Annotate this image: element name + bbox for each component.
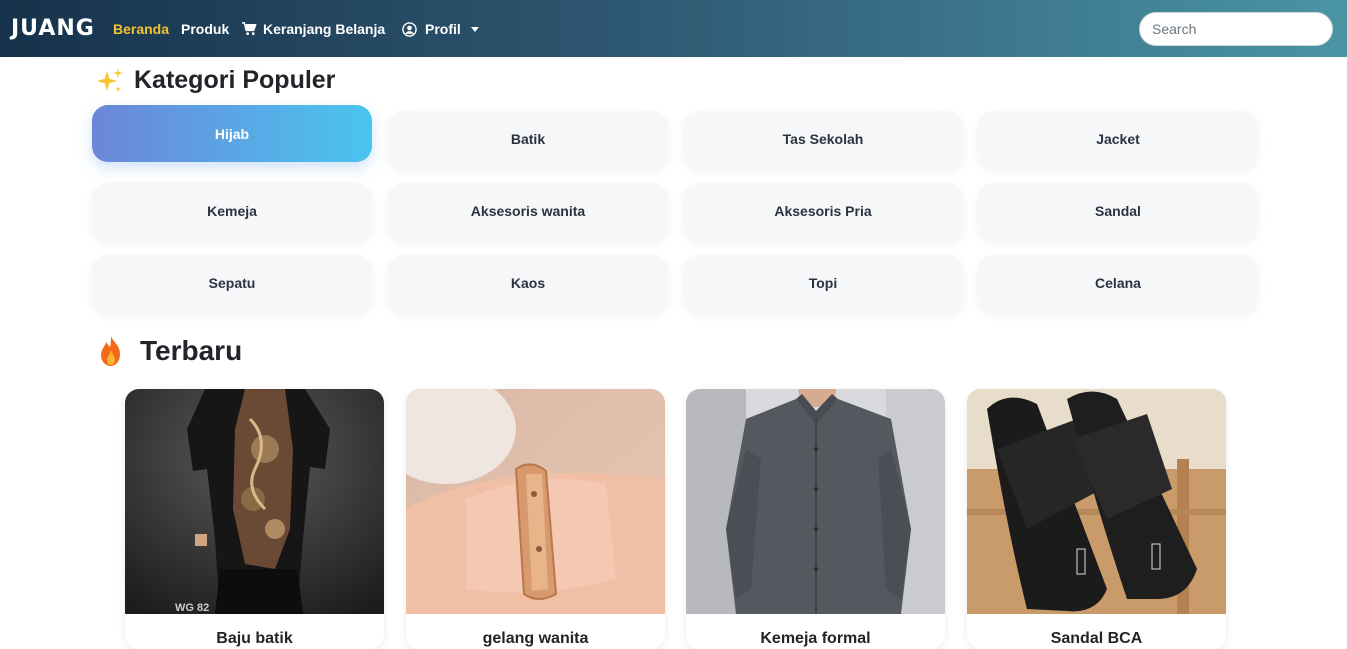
product-card-baju-batik[interactable]: WG 82 Baju batik (125, 389, 384, 649)
brand-logo[interactable]: JUANG (11, 16, 95, 41)
product-title[interactable]: gelang wanita (406, 630, 665, 648)
product-image[interactable]: WG 82 (125, 389, 384, 614)
product-image[interactable] (686, 389, 945, 614)
product-image[interactable] (406, 389, 665, 614)
category-batik[interactable]: Batik (388, 111, 668, 167)
product-card-kemeja-formal[interactable]: Kemeja formal (686, 389, 945, 649)
cart-icon (242, 22, 257, 36)
nav-link-keranjang[interactable]: Keranjang Belanja (242, 21, 385, 37)
section-title-terbaru: Terbaru (98, 335, 242, 367)
section-title-kategori: Kategori Populer (96, 66, 335, 95)
user-circle-icon (402, 21, 417, 37)
category-hijab[interactable]: Hijab (92, 105, 372, 162)
navbar: JUANG Beranda Produk Keranjang Belanja P… (0, 0, 1347, 57)
section-title-kategori-text: Kategori Populer (134, 66, 336, 94)
category-jacket[interactable]: Jacket (978, 111, 1258, 167)
nav-link-produk[interactable]: Produk (181, 21, 229, 37)
category-tas-sekolah[interactable]: Tas Sekolah (683, 111, 963, 167)
fire-icon (101, 336, 120, 366)
caret-down-icon (470, 26, 479, 32)
category-aksesoris-pria[interactable]: Aksesoris Pria (683, 183, 963, 239)
nav-link-keranjang-label: Keranjang Belanja (263, 21, 386, 37)
product-title[interactable]: Baju batik (125, 630, 384, 648)
category-topi[interactable]: Topi (683, 255, 963, 311)
sparkle-icon (97, 67, 123, 92)
product-title[interactable]: Sandal BCA (967, 630, 1226, 648)
category-grid: Hijab Batik Tas Sekolah Jacket Kemeja Ak… (92, 105, 1260, 315)
nav-profil-label: Profil (425, 21, 461, 37)
category-kaos[interactable]: Kaos (388, 255, 668, 311)
category-sandal[interactable]: Sandal (978, 183, 1258, 239)
section-title-terbaru-text: Terbaru (140, 335, 243, 366)
search-input[interactable] (1139, 12, 1333, 46)
nav-link-beranda[interactable]: Beranda (113, 21, 169, 37)
category-aksesoris-wanita[interactable]: Aksesoris wanita (388, 183, 668, 239)
category-celana[interactable]: Celana (978, 255, 1258, 311)
product-image-caption: WG 82 (175, 602, 209, 614)
nav-dropdown-profil[interactable]: Profil (402, 21, 479, 37)
product-image[interactable] (967, 389, 1226, 614)
category-sepatu[interactable]: Sepatu (92, 255, 372, 311)
product-card-gelang-wanita[interactable]: gelang wanita (406, 389, 665, 649)
product-title[interactable]: Kemeja formal (686, 630, 945, 648)
category-kemeja[interactable]: Kemeja (92, 183, 372, 239)
product-card-sandal-bca[interactable]: Sandal BCA (967, 389, 1226, 649)
